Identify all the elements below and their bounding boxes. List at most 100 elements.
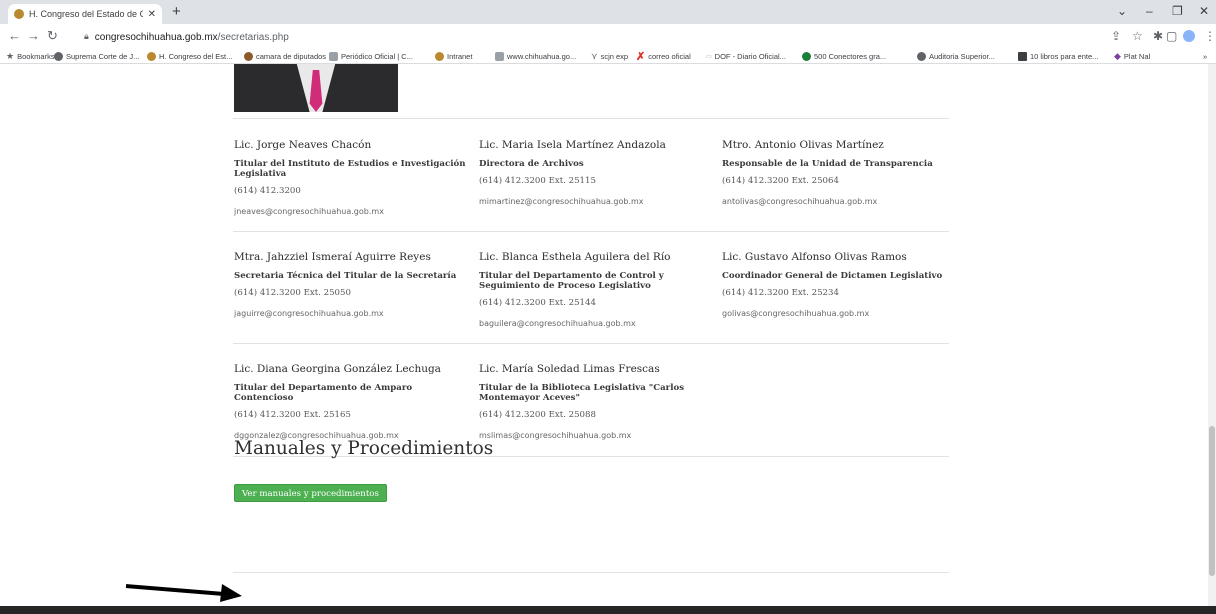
globe-icon	[54, 51, 63, 61]
staff-card: Lic. Diana Georgina González Lechuga Tit…	[234, 362, 474, 441]
staff-email[interactable]: antolivas@congresochihuahua.gob.mx	[722, 196, 962, 207]
staff-phone: (614) 412.3200 Ext. 25115	[479, 176, 596, 186]
menu-icon[interactable]: ⋮	[1204, 29, 1216, 43]
staff-phone: (614) 412.3200 Ext. 25234	[722, 288, 839, 298]
close-tab-icon[interactable]: ✕	[148, 9, 156, 20]
book-icon	[1018, 51, 1027, 61]
star-icon: ★	[6, 50, 15, 61]
tab-strip: H. Congreso del Estado de Chihu ✕ + ⌄ – …	[0, 0, 1216, 24]
reload-icon[interactable]: ↻	[47, 28, 58, 44]
staff-card: Lic. Jorge Neaves Chacón Titular del Ins…	[234, 138, 474, 217]
globe-icon	[917, 51, 926, 61]
x-mark-icon: ✗	[636, 50, 646, 63]
bookmark-item[interactable]: 10 libros para ente...	[1018, 49, 1098, 63]
bookmark-item[interactable]: ▭ DOF - Diario Oficial...	[706, 49, 786, 63]
scjn-icon: ⋎	[591, 50, 598, 61]
restore-icon[interactable]: ❐	[1172, 3, 1183, 19]
scrollbar-thumb[interactable]	[1209, 426, 1215, 576]
staff-phone: (614) 412.3200 Ext. 25050	[234, 288, 351, 298]
bookmark-item[interactable]: ✗ correo oficial	[636, 49, 691, 63]
staff-phone: (614) 412.3200 Ext. 25064	[722, 176, 839, 186]
staff-name: Lic. Jorge Neaves Chacón	[234, 139, 372, 151]
staff-card: Mtro. Antonio Olivas Martínez Responsabl…	[722, 138, 962, 207]
bookmark-item[interactable]: ⋎ scjn exp	[591, 49, 628, 63]
dof-icon: ▭	[706, 53, 712, 60]
staff-phone: (614) 412.3200 Ext. 25165	[234, 410, 351, 420]
staff-role: Titular del Departamento de Control y Se…	[479, 271, 664, 291]
section-divider	[233, 118, 949, 119]
congreso-icon	[435, 51, 444, 61]
bookmark-item[interactable]: camara de diputados	[244, 49, 326, 63]
staff-role: Coordinador General de Dictamen Legislat…	[722, 271, 943, 281]
staff-name: Mtro. Antonio Olivas Martínez	[722, 139, 884, 151]
staff-role: Responsable de la Unidad de Transparenci…	[722, 159, 933, 169]
staff-role: Titular del Instituto de Estudios e Inve…	[234, 159, 466, 179]
bookmark-item[interactable]: Auditoria Superior...	[917, 49, 995, 63]
bookmark-item[interactable]: 500 Conectores gra...	[802, 49, 886, 63]
staff-email[interactable]: baguilera@congresochihuahua.gob.mx	[479, 318, 719, 329]
bookmark-item[interactable]: ◆ Plat Nal	[1114, 49, 1150, 63]
staff-card: Lic. Gustavo Alfonso Olivas Ramos Coordi…	[722, 250, 962, 319]
bookmark-item[interactable]: www.chihuahua.go...	[495, 49, 576, 63]
tab-search-icon[interactable]: ⌄	[1117, 3, 1127, 19]
url-host: congresochihuahua.gob.mx	[94, 32, 218, 43]
browser-toolbar: ← → ↻ 🔒︎ congresochihuahua.gob.mx/secret…	[0, 24, 1216, 48]
link-icon	[802, 51, 811, 61]
staff-email[interactable]: golivas@congresochihuahua.gob.mx	[722, 308, 962, 319]
staff-card: Lic. María Soledad Limas Frescas Titular…	[479, 362, 719, 441]
tab-title: H. Congreso del Estado de Chihu	[29, 9, 143, 19]
staff-name: Lic. Gustavo Alfonso Olivas Ramos	[722, 251, 907, 263]
bookmark-item[interactable]: H. Congreso del Est...	[147, 49, 232, 63]
camara-icon	[244, 51, 253, 61]
staff-name: Lic. Diana Georgina González Lechuga	[234, 363, 441, 375]
view-manuals-button[interactable]: Ver manuales y procedimientos	[234, 484, 387, 502]
close-window-icon[interactable]: ✕	[1199, 3, 1209, 19]
profile-avatar[interactable]	[1183, 30, 1195, 42]
url-path: /secretarias.php	[217, 32, 289, 43]
back-icon[interactable]: ←	[8, 28, 21, 44]
extensions-icon[interactable]: ✱	[1153, 29, 1163, 43]
address-bar[interactable]: 🔒︎ congresochihuahua.gob.mx/secretarias.…	[76, 26, 1096, 46]
congreso-favicon-icon	[14, 9, 24, 19]
more-bookmarks-icon[interactable]: »	[1203, 49, 1207, 63]
diamond-icon: ◆	[1114, 50, 1121, 61]
staff-role: Directora de Archivos	[479, 159, 584, 169]
bookmark-item[interactable]: Periódico Oficial | C...	[329, 49, 413, 63]
staff-name: Lic. Maria Isela Martínez Andazola	[479, 139, 666, 151]
staff-phone: (614) 412.3200 Ext. 25088	[479, 410, 596, 420]
browser-tab[interactable]: H. Congreso del Estado de Chihu ✕	[8, 4, 162, 24]
staff-role: Secretaria Técnica del Titular de la Sec…	[234, 271, 457, 281]
staff-name: Lic. Blanca Esthela Aguilera del Río	[479, 251, 671, 263]
new-tab-button[interactable]: +	[172, 3, 181, 21]
staff-email[interactable]: mimartinez@congresochihuahua.gob.mx	[479, 196, 719, 207]
lock-icon: 🔒︎	[84, 30, 89, 41]
staff-card: Lic. Maria Isela Martínez Andazola Direc…	[479, 138, 719, 207]
shield-icon	[329, 51, 338, 61]
staff-email[interactable]: jneaves@congresochihuahua.gob.mx	[234, 206, 474, 217]
side-panel-icon[interactable]: ▢	[1166, 29, 1177, 43]
staff-phone: (614) 412.3200	[234, 186, 301, 196]
page-footer	[0, 606, 1216, 614]
forward-icon[interactable]: →	[27, 28, 40, 44]
bookmark-item[interactable]: Suprema Corte de J...	[54, 49, 139, 63]
shield-icon	[495, 51, 504, 61]
bookmark-star-icon[interactable]: ☆	[1132, 29, 1143, 43]
annotation-arrow-icon	[125, 584, 242, 602]
staff-card: Lic. Blanca Esthela Aguilera del Río Tit…	[479, 250, 719, 329]
staff-name: Mtra. Jahzziel Ismeraí Aguirre Reyes	[234, 251, 431, 263]
congreso-icon	[147, 51, 156, 61]
staff-email[interactable]: jaguirre@congresochihuahua.gob.mx	[234, 308, 474, 319]
section-divider	[233, 572, 949, 573]
staff-role: Titular de la Biblioteca Legislativa "Ca…	[479, 383, 685, 403]
staff-photo	[234, 64, 398, 112]
section-divider	[233, 343, 949, 344]
staff-email[interactable]: mslimas@congresochihuahua.gob.mx	[479, 430, 719, 441]
share-icon[interactable]: ⇪	[1111, 29, 1121, 43]
bookmark-item[interactable]: Intranet	[435, 49, 472, 63]
bookmark-item[interactable]: ★ Bookmarks	[6, 49, 55, 63]
staff-role: Titular del Departamento de Amparo Conte…	[234, 383, 413, 403]
section-divider	[233, 231, 949, 232]
staff-card: Mtra. Jahzziel Ismeraí Aguirre Reyes Sec…	[234, 250, 474, 319]
bookmarks-bar: ★ Bookmarks Suprema Corte de J... H. Cong…	[0, 48, 1216, 64]
minimize-icon[interactable]: –	[1146, 3, 1153, 19]
